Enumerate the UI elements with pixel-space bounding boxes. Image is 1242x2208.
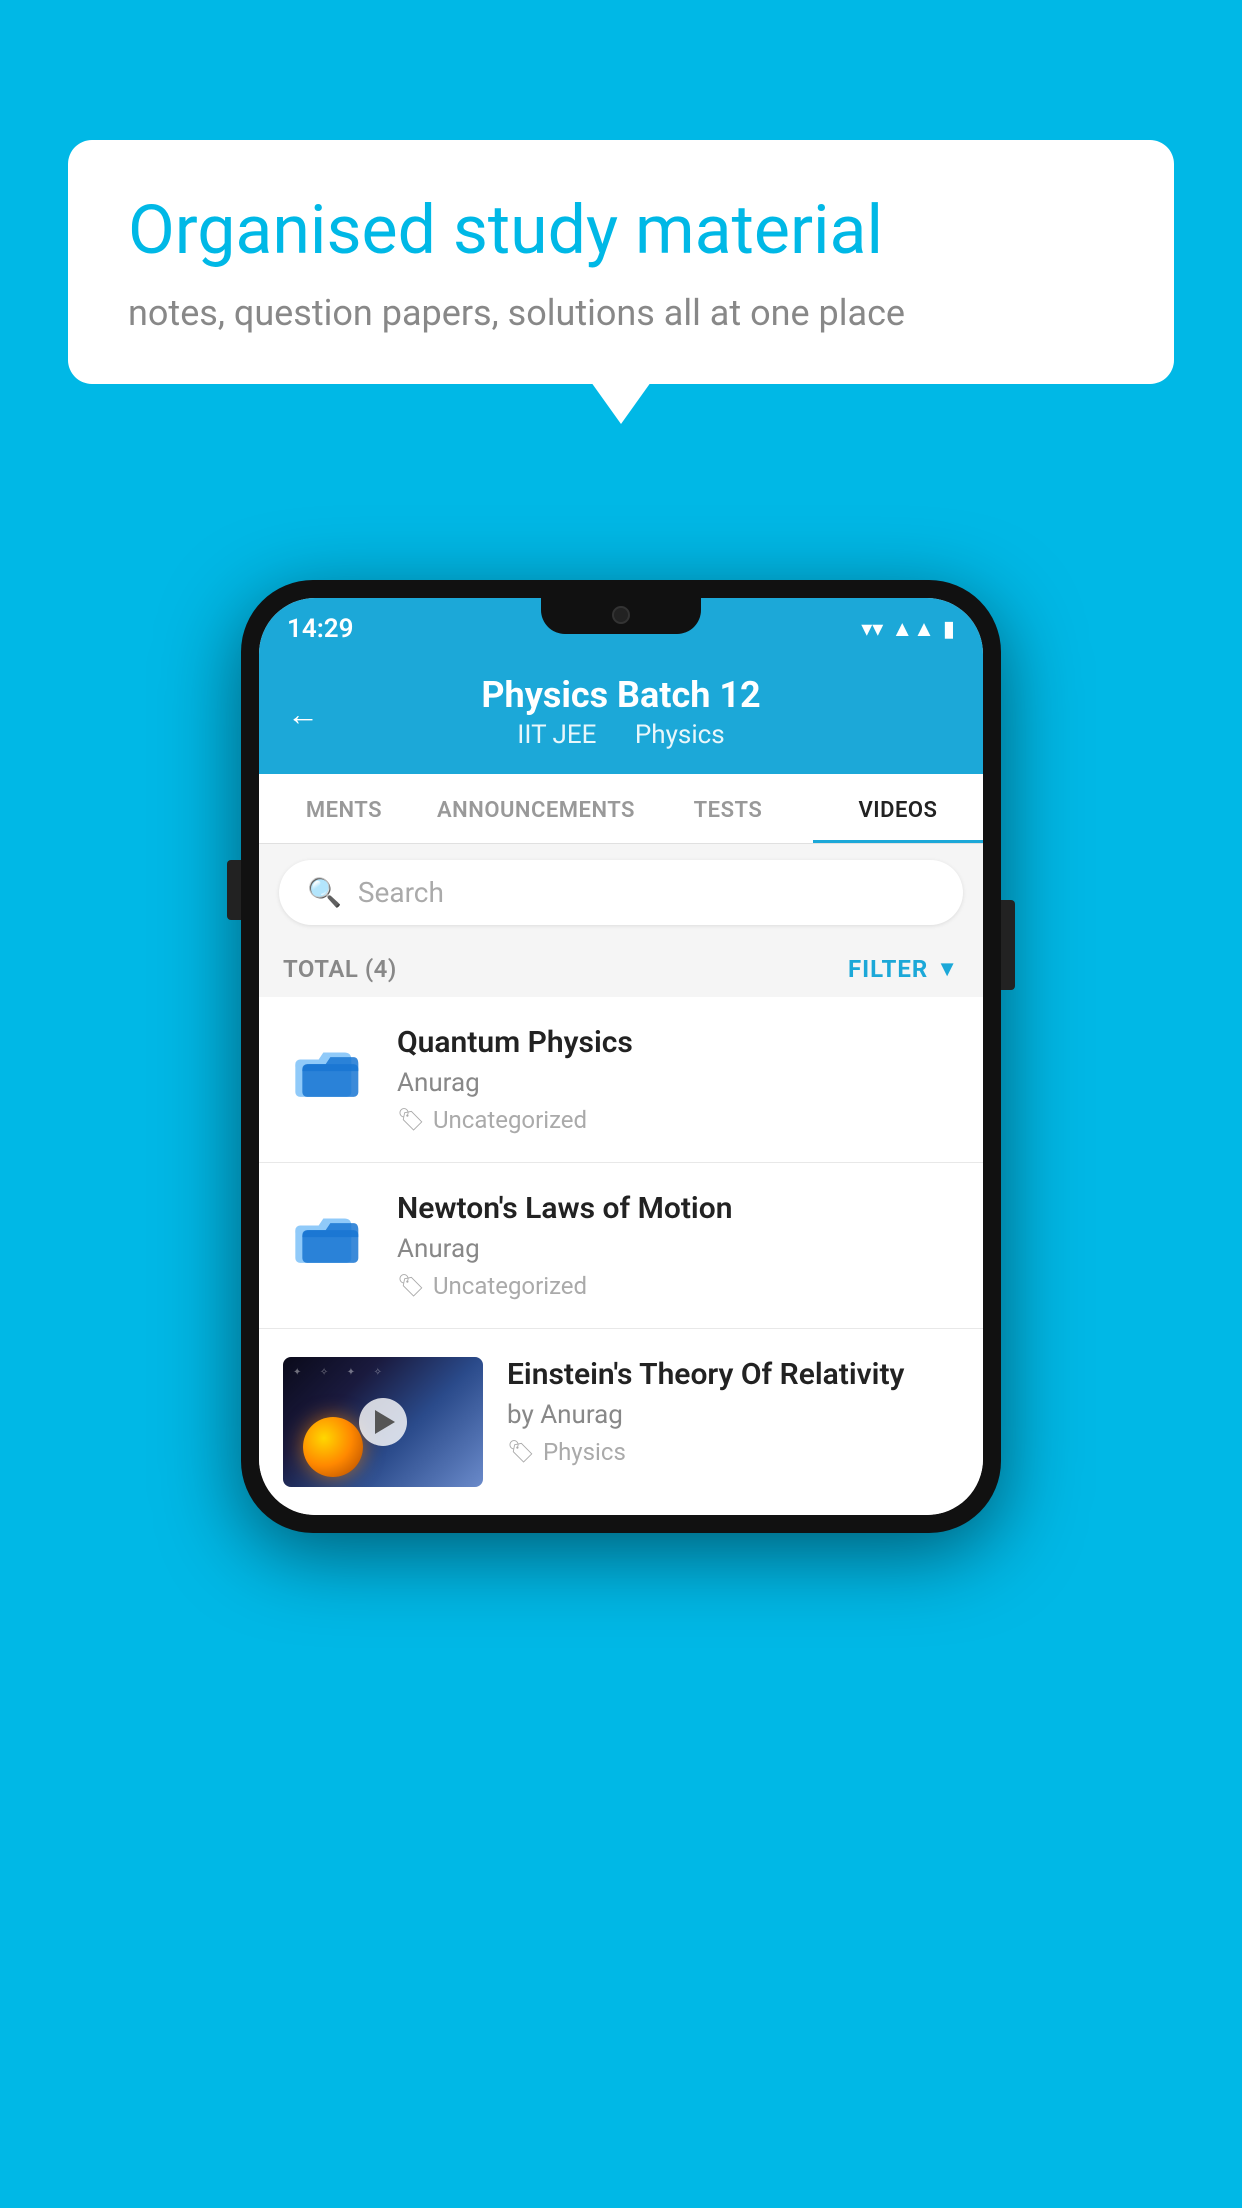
back-button[interactable]: ← bbox=[287, 695, 319, 733]
tab-videos[interactable]: VIDEOS bbox=[813, 774, 983, 843]
search-bar[interactable]: 🔍 Search bbox=[279, 860, 963, 925]
wifi-icon: ▾▾ bbox=[861, 617, 883, 642]
tab-announcements[interactable]: ANNOUNCEMENTS bbox=[429, 774, 643, 843]
search-input[interactable]: Search bbox=[358, 876, 444, 909]
status-time: 14:29 bbox=[287, 614, 354, 644]
speech-bubble-container: Organised study material notes, question… bbox=[68, 140, 1174, 384]
video-tag: 🏷 Physics bbox=[507, 1438, 959, 1466]
phone-outer: 14:29 ▾▾ ▲▲ ▮ ← Physics Batch 12 IIT JEE… bbox=[241, 580, 1001, 1533]
status-icons: ▾▾ ▲▲ ▮ bbox=[861, 616, 955, 642]
bubble-title: Organised study material bbox=[128, 190, 1114, 272]
filter-label: FILTER bbox=[848, 955, 928, 983]
folder-icon-container bbox=[283, 1025, 373, 1115]
play-button[interactable] bbox=[359, 1398, 407, 1446]
filter-button[interactable]: FILTER ▼ bbox=[848, 955, 959, 983]
total-count: TOTAL (4) bbox=[283, 955, 397, 983]
tab-ments[interactable]: MENTS bbox=[259, 774, 429, 843]
signal-icon: ▲▲ bbox=[891, 616, 935, 642]
search-container: 🔍 Search bbox=[259, 844, 983, 941]
folder-icon-container bbox=[283, 1191, 373, 1281]
tag-label: Uncategorized bbox=[433, 1272, 587, 1300]
video-author: by Anurag bbox=[507, 1400, 959, 1430]
play-icon bbox=[375, 1410, 395, 1434]
list-item[interactable]: Quantum Physics Anurag 🏷 Uncategorized bbox=[259, 997, 983, 1163]
video-thumbnail bbox=[283, 1357, 483, 1487]
video-info: Quantum Physics Anurag 🏷 Uncategorized bbox=[397, 1025, 959, 1134]
video-title: Newton's Laws of Motion bbox=[397, 1191, 959, 1226]
battery-icon: ▮ bbox=[943, 617, 955, 642]
filter-bar: TOTAL (4) FILTER ▼ bbox=[259, 941, 983, 997]
video-author: Anurag bbox=[397, 1234, 959, 1264]
tag-icon: 🏷 bbox=[507, 1440, 535, 1465]
tag-label: Uncategorized bbox=[433, 1106, 587, 1134]
app-header: ← Physics Batch 12 IIT JEE Physics bbox=[259, 654, 983, 774]
phone-screen: 14:29 ▾▾ ▲▲ ▮ ← Physics Batch 12 IIT JEE… bbox=[259, 598, 983, 1515]
video-title: Quantum Physics bbox=[397, 1025, 959, 1060]
header-title: Physics Batch 12 bbox=[287, 674, 955, 716]
tab-bar: MENTS ANNOUNCEMENTS TESTS VIDEOS bbox=[259, 774, 983, 844]
phone-wrapper: 14:29 ▾▾ ▲▲ ▮ ← Physics Batch 12 IIT JEE… bbox=[241, 580, 1001, 1533]
subtitle-part1: IIT JEE bbox=[517, 720, 596, 750]
video-info: Einstein's Theory Of Relativity by Anura… bbox=[507, 1357, 959, 1466]
subtitle-part2: Physics bbox=[635, 720, 725, 750]
bubble-subtitle: notes, question papers, solutions all at… bbox=[128, 292, 1114, 334]
video-tag: 🏷 Uncategorized bbox=[397, 1272, 959, 1300]
video-info: Newton's Laws of Motion Anurag 🏷 Uncateg… bbox=[397, 1191, 959, 1300]
video-author: Anurag bbox=[397, 1068, 959, 1098]
video-list: Quantum Physics Anurag 🏷 Uncategorized bbox=[259, 997, 983, 1515]
tag-icon: 🏷 bbox=[397, 1274, 425, 1299]
front-camera bbox=[612, 606, 630, 624]
folder-icon bbox=[293, 1035, 363, 1105]
video-tag: 🏷 Uncategorized bbox=[397, 1106, 959, 1134]
search-icon: 🔍 bbox=[307, 876, 342, 909]
phone-notch bbox=[541, 598, 701, 634]
list-item[interactable]: Einstein's Theory Of Relativity by Anura… bbox=[259, 1329, 983, 1515]
video-title: Einstein's Theory Of Relativity bbox=[507, 1357, 959, 1392]
filter-icon: ▼ bbox=[936, 956, 959, 982]
tab-tests[interactable]: TESTS bbox=[643, 774, 813, 843]
folder-icon bbox=[293, 1201, 363, 1271]
speech-bubble: Organised study material notes, question… bbox=[68, 140, 1174, 384]
header-subtitle: IIT JEE Physics bbox=[287, 720, 955, 750]
space-orb bbox=[303, 1417, 363, 1477]
list-item[interactable]: Newton's Laws of Motion Anurag 🏷 Uncateg… bbox=[259, 1163, 983, 1329]
tag-icon: 🏷 bbox=[397, 1108, 425, 1133]
tag-label: Physics bbox=[543, 1438, 626, 1466]
